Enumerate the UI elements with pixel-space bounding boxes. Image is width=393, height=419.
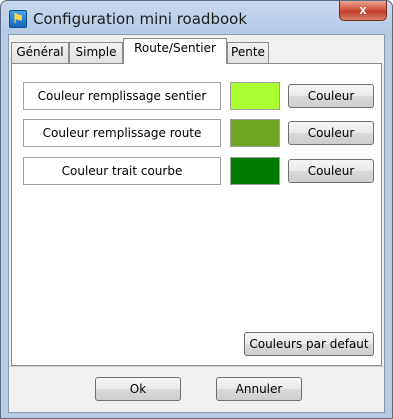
- tab-route-sentier[interactable]: Route/Sentier: [123, 38, 227, 64]
- app-icon: ⚑: [9, 10, 27, 28]
- tab-simple[interactable]: Simple: [69, 42, 123, 63]
- dialog-footer: Ok Annuler: [9, 366, 384, 412]
- color-row-trait-courbe: Couleur trait courbe Couleur: [23, 157, 374, 185]
- color-swatch-route: [230, 119, 280, 147]
- route-sentier-panel: Couleur remplissage sentier Couleur Coul…: [11, 63, 382, 366]
- tab-pente[interactable]: Pente: [227, 42, 269, 63]
- title-bar[interactable]: ⚑ Configuration mini roadbook x: [1, 1, 392, 35]
- cancel-button[interactable]: Annuler: [216, 377, 302, 401]
- label-remplissage-sentier: Couleur remplissage sentier: [23, 82, 221, 110]
- label-remplissage-route: Couleur remplissage route: [23, 119, 221, 147]
- color-row-sentier: Couleur remplissage sentier Couleur: [23, 82, 374, 110]
- close-button[interactable]: x: [339, 1, 387, 21]
- label-trait-courbe: Couleur trait courbe: [23, 157, 221, 185]
- couleur-button-trait-courbe[interactable]: Couleur: [288, 159, 374, 183]
- couleur-button-sentier[interactable]: Couleur: [288, 84, 374, 108]
- window-title: Configuration mini roadbook: [33, 10, 248, 28]
- dialog-client-area: Général Simple Route/Sentier Pente Coule…: [8, 34, 385, 413]
- default-colors-button[interactable]: Couleurs par defaut: [244, 332, 374, 356]
- color-swatch-sentier: [230, 82, 280, 110]
- ok-button[interactable]: Ok: [95, 377, 181, 401]
- couleur-button-route[interactable]: Couleur: [288, 121, 374, 145]
- color-row-route: Couleur remplissage route Couleur: [23, 119, 374, 147]
- color-swatch-trait-courbe: [230, 157, 280, 185]
- tab-general[interactable]: Général: [11, 42, 69, 63]
- dialog-window: ⚑ Configuration mini roadbook x Général …: [0, 0, 393, 419]
